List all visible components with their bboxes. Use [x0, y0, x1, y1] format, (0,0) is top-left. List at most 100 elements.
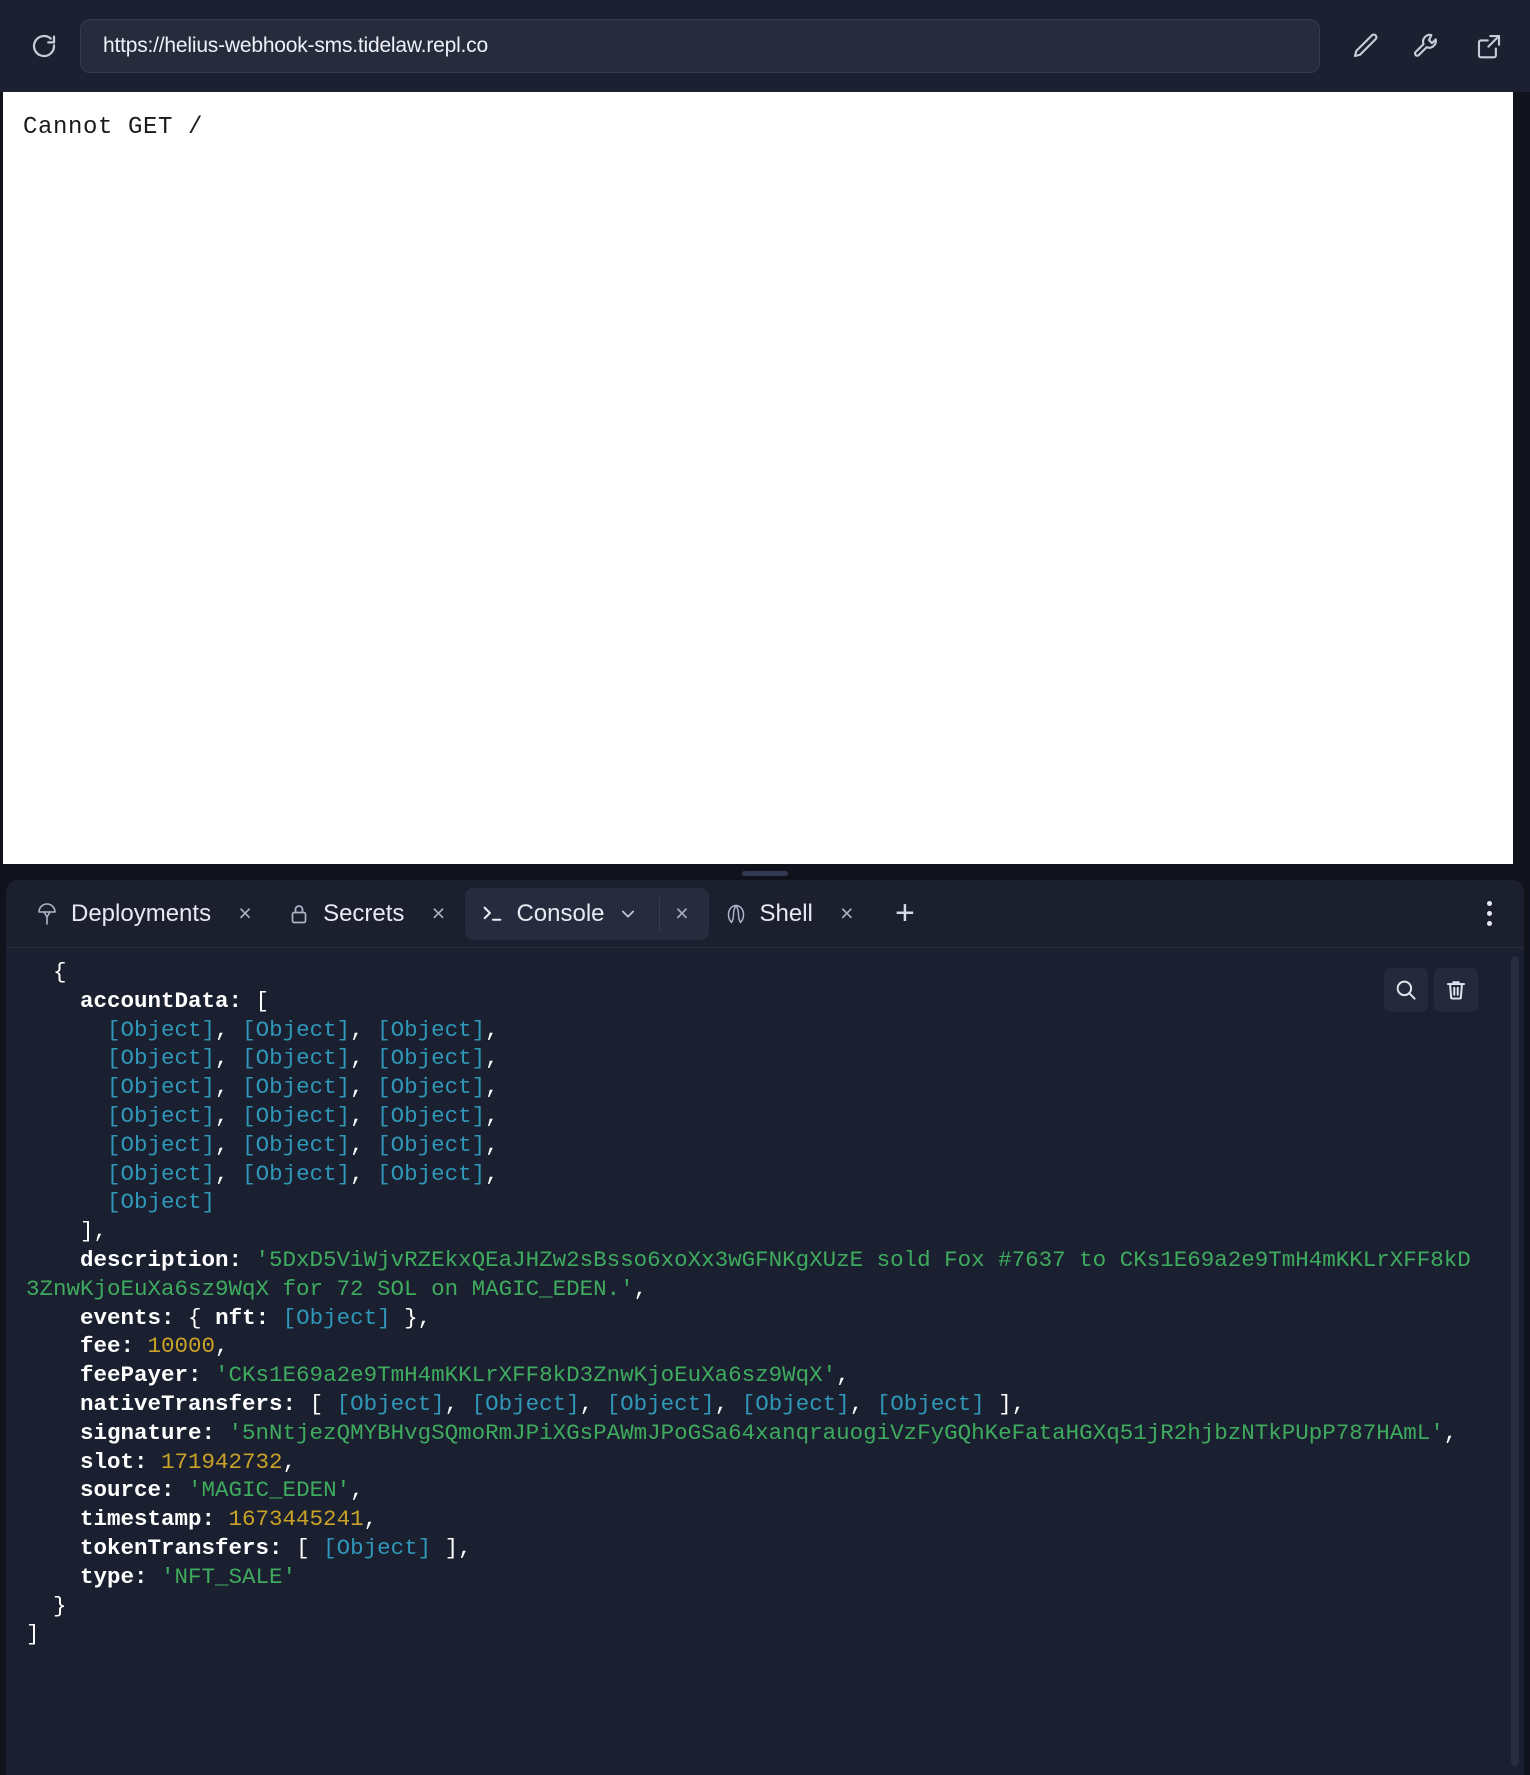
console-log-line: ], — [26, 1217, 1481, 1246]
panel-options-icon[interactable] — [1472, 894, 1506, 934]
tab-close-secrets[interactable]: × — [421, 897, 455, 931]
console-token: , — [215, 1074, 243, 1101]
console-log-line: [Object], [Object], [Object], — [26, 1102, 1481, 1131]
console-token: [Object] — [242, 1160, 351, 1187]
console-token: [Object] — [242, 1074, 351, 1101]
preview-body-text: Cannot GET / — [23, 114, 204, 141]
browser-toolbar: https://helius-webhook-sms.tidelaw.repl.… — [0, 0, 1530, 92]
console-token: , — [215, 1102, 243, 1129]
tab-close-shell[interactable]: × — [830, 897, 864, 931]
console-log-line: [Object], [Object], [Object], — [26, 1160, 1481, 1189]
add-tab-button[interactable]: + — [882, 891, 928, 937]
console-token: , — [485, 1102, 499, 1129]
console-token: [ — [309, 1390, 337, 1417]
console-token: , — [633, 1275, 648, 1302]
console-log-line: slot: 171942732, — [26, 1448, 1481, 1477]
tab-close-console[interactable]: × — [658, 896, 699, 931]
console-token: , — [350, 1102, 378, 1129]
splitter-grip[interactable] — [742, 870, 788, 876]
console-log-line: [Object], [Object], [Object], — [26, 1131, 1481, 1160]
console-token: [Object] — [242, 1131, 351, 1158]
console-log-line: [Object], [Object], [Object], — [26, 1044, 1481, 1073]
bottom-panel: Deployments × Secrets × Console × Shell … — [6, 880, 1524, 1775]
console-token: { — [53, 959, 67, 985]
console-token: [Object] — [107, 1016, 216, 1043]
console-log-line: source: 'MAGIC_EDEN', — [26, 1476, 1481, 1505]
console-token: [Object] — [282, 1304, 391, 1331]
console-token: accountData: — [80, 987, 256, 1014]
console-log-line: accountData: [ — [26, 987, 1481, 1016]
lock-icon — [286, 901, 312, 927]
console-token: , — [836, 1362, 850, 1389]
console-token: , — [363, 1506, 378, 1533]
console-token: [Object] — [323, 1534, 432, 1561]
console-token: [Object] — [876, 1390, 985, 1417]
prompt-icon — [479, 901, 505, 927]
console-token: , — [350, 1160, 378, 1187]
tab-label-deployments: Deployments — [71, 899, 212, 927]
pencil-icon[interactable] — [1346, 27, 1384, 65]
console-log-line: [Object], [Object], [Object], — [26, 1016, 1481, 1045]
console-token: [Object] — [336, 1390, 445, 1417]
console-token: 10000 — [147, 1333, 216, 1360]
console-log-line: } — [26, 1592, 1481, 1621]
console-action-group — [1384, 968, 1478, 1012]
console-token: [Object] — [107, 1189, 216, 1216]
url-input[interactable]: https://helius-webhook-sms.tidelaw.repl.… — [80, 19, 1320, 73]
search-icon[interactable] — [1384, 968, 1428, 1012]
console-token: [Object] — [606, 1390, 715, 1417]
tab-secrets[interactable]: Secrets × — [272, 888, 465, 940]
console-token: [Object] — [377, 1045, 486, 1072]
tab-deployments[interactable]: Deployments × — [20, 888, 272, 940]
rocket-icon — [34, 901, 60, 927]
console-token: [Object] — [107, 1160, 216, 1187]
console-log-line: tokenTransfers: [ [Object] ], — [26, 1534, 1481, 1563]
console-token: , — [485, 1160, 499, 1187]
console-log-line: feePayer: 'CKs1E69a2e9TmH4mKKLrXFF8kD3Zn… — [26, 1361, 1481, 1390]
trash-icon[interactable] — [1434, 968, 1478, 1012]
url-text: https://helius-webhook-sms.tidelaw.repl.… — [103, 34, 488, 57]
chevron-down-icon[interactable] — [618, 904, 638, 924]
shell-icon — [723, 901, 749, 927]
console-token: , — [350, 1045, 378, 1072]
console-token: 'MAGIC_EDEN' — [188, 1477, 351, 1504]
console-token: type: — [80, 1563, 162, 1590]
console-token: ], — [984, 1390, 1026, 1417]
tab-close-deployments[interactable]: × — [228, 897, 262, 931]
console-scrollbar[interactable] — [1511, 956, 1519, 1766]
web-preview-pane: Cannot GET / — [3, 92, 1513, 864]
console-log: { accountData: [ [Object], [Object], [Ob… — [6, 948, 1481, 1649]
console-token: , — [282, 1448, 297, 1475]
console-log-line: { — [26, 958, 1481, 987]
kebab-dot — [1486, 901, 1492, 906]
console-token: , — [350, 1074, 378, 1101]
console-log-line: fee: 10000, — [26, 1332, 1481, 1361]
tab-shell[interactable]: Shell × — [709, 888, 874, 940]
console-token: } — [53, 1592, 67, 1619]
tab-label-shell: Shell — [759, 899, 813, 927]
console-token: , — [215, 1333, 229, 1360]
console-token: , — [350, 1477, 364, 1504]
console-token: [Object] — [377, 1074, 486, 1101]
panel-tabbar: Deployments × Secrets × Console × Shell … — [6, 880, 1524, 948]
console-token: 1673445241 — [228, 1506, 364, 1533]
console-token: 171942732 — [161, 1448, 283, 1475]
tab-console[interactable]: Console × — [465, 887, 709, 940]
console-token: , — [485, 1045, 499, 1072]
console-token: nft: — [215, 1304, 283, 1331]
console-token: , — [215, 1160, 243, 1187]
console-token: ] — [26, 1621, 40, 1648]
console-token: timestamp: — [80, 1506, 229, 1533]
wrench-icon[interactable] — [1408, 27, 1446, 65]
console-token: , — [350, 1131, 378, 1158]
console-token: [Object] — [377, 1016, 486, 1043]
console-token: [Object] — [107, 1102, 216, 1129]
console-log-line: signature: '5nNtjezQMYBHvgSQmoRmJPiXGsPA… — [26, 1419, 1481, 1448]
tab-label-console: Console — [516, 899, 605, 927]
console-token: , — [579, 1390, 607, 1417]
console-token: , — [485, 1074, 499, 1101]
console-token: [Object] — [377, 1131, 486, 1158]
external-link-icon[interactable] — [1470, 27, 1508, 65]
reload-icon[interactable] — [22, 24, 66, 68]
console-log-line: [Object], [Object], [Object], — [26, 1073, 1481, 1102]
